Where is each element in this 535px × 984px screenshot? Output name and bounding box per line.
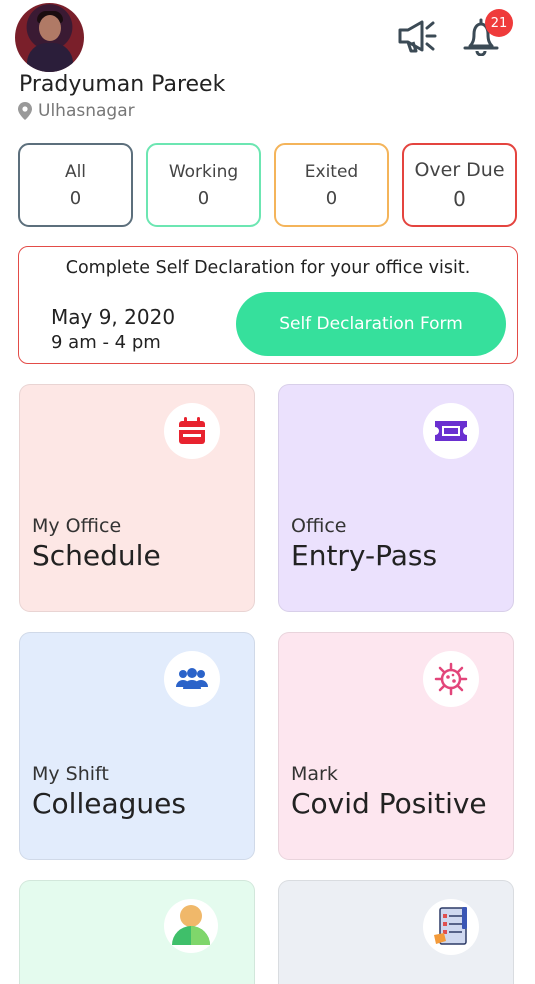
avatar-body (27, 43, 73, 72)
card-pretitle: Mark (291, 763, 338, 785)
checklist-icon (423, 899, 479, 955)
card-pretitle: My Office (32, 515, 122, 537)
stat-value: 0 (453, 187, 466, 211)
card-title: Covid Positive (291, 787, 487, 820)
stat-label: Working (168, 161, 239, 182)
user-name: Pradyuman Pareek (19, 72, 226, 97)
card-checklist[interactable] (278, 880, 514, 984)
card-pretitle: My Shift (32, 763, 109, 785)
group-icon (164, 651, 220, 707)
avatar-head (39, 15, 61, 41)
notification-badge: 21 (485, 9, 513, 37)
card-title: Colleagues (32, 787, 186, 820)
stat-exited[interactable]: Exited 0 (274, 143, 389, 227)
card-schedule[interactable]: My Office Schedule (19, 384, 255, 612)
stat-value: 0 (325, 187, 338, 209)
megaphone-icon[interactable] (396, 18, 438, 54)
ticket-icon (423, 403, 479, 459)
stat-label: Over Due (414, 159, 505, 181)
card-covid-positive[interactable]: Mark Covid Positive (278, 632, 514, 860)
calendar-icon (164, 403, 220, 459)
virus-icon (423, 651, 479, 707)
stat-label: All (64, 161, 87, 182)
stat-value: 0 (197, 187, 210, 209)
avatar[interactable] (15, 3, 84, 72)
stat-working[interactable]: Working 0 (146, 143, 261, 227)
stat-label: Exited (304, 161, 359, 182)
person-icon (164, 899, 218, 953)
self-declaration-panel: Complete Self Declaration for your offic… (18, 246, 518, 364)
card-profile[interactable] (19, 880, 255, 984)
stat-value: 0 (69, 187, 82, 209)
card-colleagues[interactable]: My Shift Colleagues (19, 632, 255, 860)
card-title: Entry-Pass (291, 539, 438, 572)
self-declaration-form-button[interactable]: Self Declaration Form (236, 292, 506, 356)
location: Ulhasnagar (18, 101, 135, 121)
card-pretitle: Office (291, 515, 347, 537)
declaration-message: Complete Self Declaration for your offic… (65, 258, 471, 278)
location-pin-icon (18, 102, 32, 120)
location-text: Ulhasnagar (38, 101, 135, 121)
declaration-time: 9 am - 4 pm (51, 332, 161, 353)
card-entry-pass[interactable]: Office Entry-Pass (278, 384, 514, 612)
stat-all[interactable]: All 0 (18, 143, 133, 227)
declaration-date: May 9, 2020 (51, 305, 176, 329)
stat-overdue[interactable]: Over Due 0 (402, 143, 517, 227)
card-title: Schedule (32, 539, 161, 572)
